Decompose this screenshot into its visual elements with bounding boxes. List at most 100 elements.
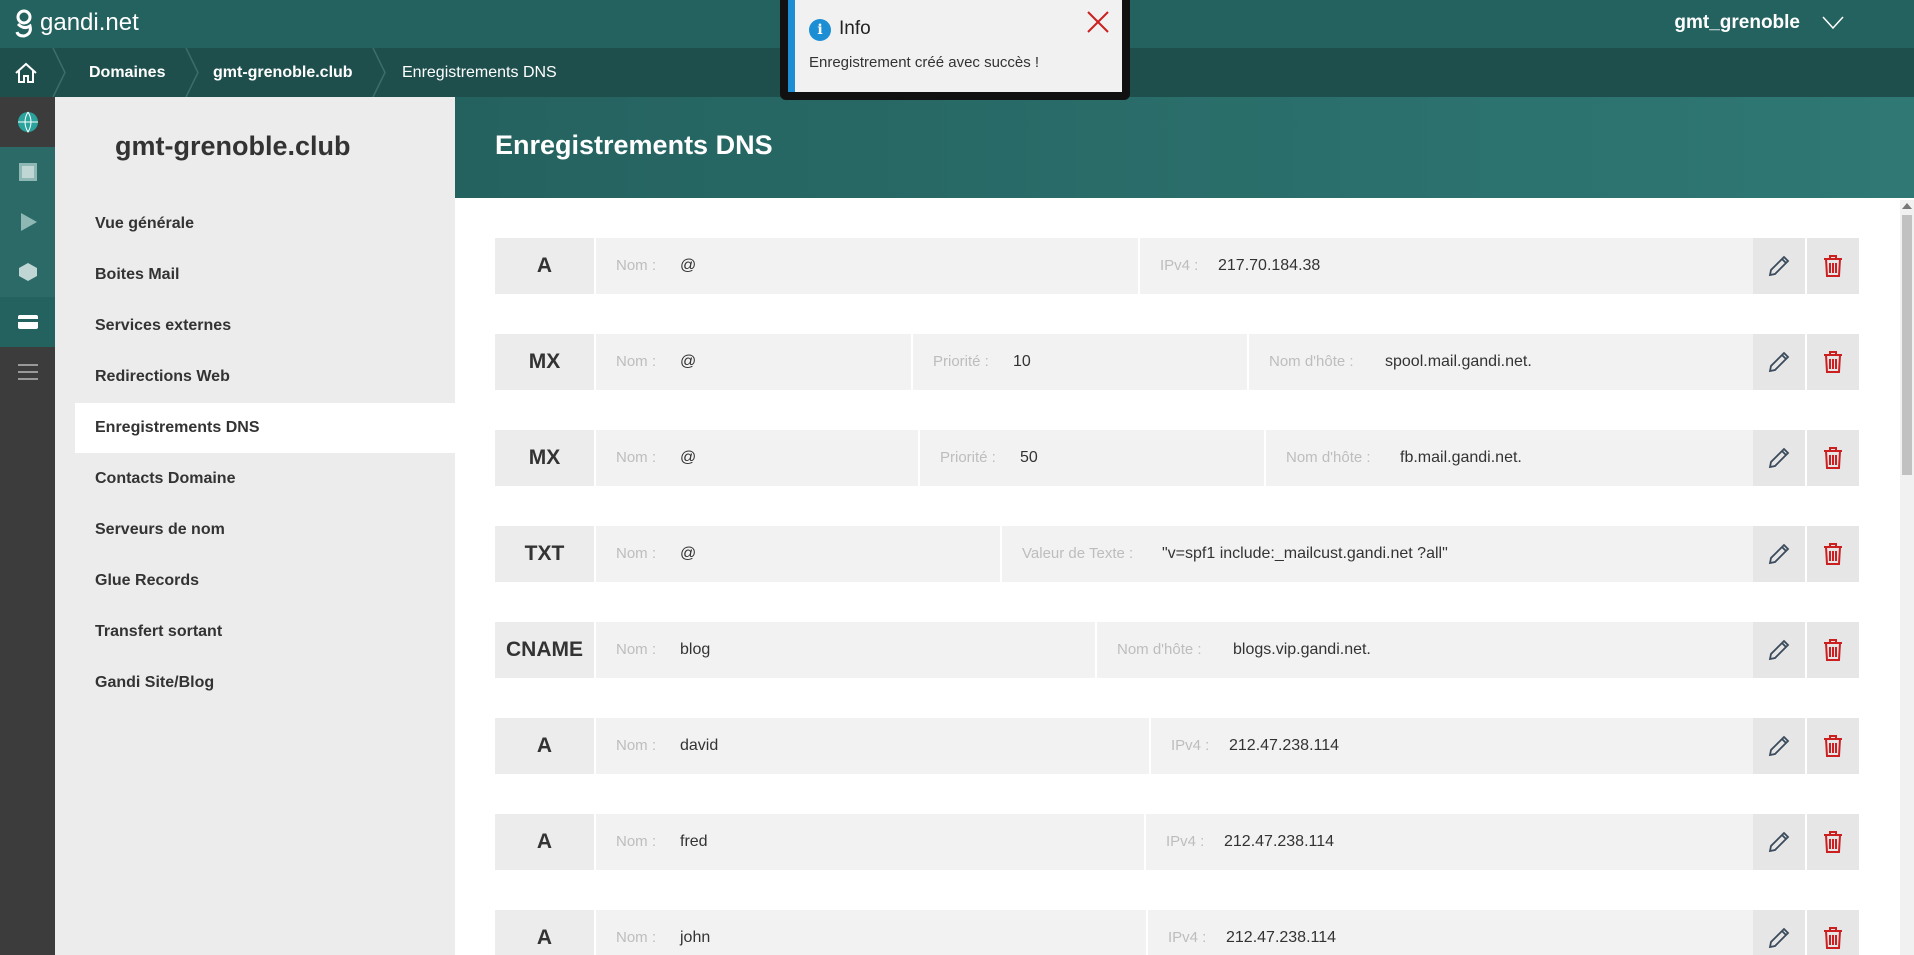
nav-gandi-site-blog[interactable]: Gandi Site/Blog — [75, 658, 455, 708]
field-value: 10 — [1013, 353, 1031, 370]
field-label: Nom : — [616, 833, 657, 850]
delete-button[interactable] — [1807, 430, 1859, 486]
edit-button[interactable] — [1753, 334, 1805, 390]
edit-button[interactable] — [1753, 622, 1805, 678]
toast-body: i Info Enregistrement créé avec succès ! — [788, 0, 1122, 92]
chevron-down-icon — [1822, 16, 1844, 30]
nav-serveurs-de-nom[interactable]: Serveurs de nom — [75, 505, 455, 555]
home-button[interactable] — [0, 48, 52, 97]
user-name: gmt_grenoble — [1674, 12, 1800, 33]
delete-button[interactable] — [1807, 718, 1859, 774]
scroll-up-arrow[interactable] — [1902, 203, 1912, 209]
dns-records-list: A Nom : @ IPv4 : 217.70.184.38 MX Nom : … — [455, 198, 1914, 955]
delete-button[interactable] — [1807, 238, 1859, 294]
record-name-field[interactable]: Nom : @ — [596, 430, 918, 486]
gandi-logo[interactable]: gandi.net — [14, 8, 139, 38]
field-label: Valeur de Texte : — [1022, 545, 1134, 562]
breadcrumb-separator — [372, 48, 386, 97]
edit-button[interactable] — [1753, 526, 1805, 582]
record-type: A — [495, 718, 594, 774]
delete-button[interactable] — [1807, 622, 1859, 678]
field-label: Nom d'hôte : — [1269, 353, 1354, 370]
record-name-field[interactable]: Nom : david — [596, 718, 1149, 774]
field-label: Nom : — [616, 257, 657, 274]
breadcrumb-domaines[interactable]: Domaines — [89, 48, 165, 97]
user-menu[interactable]: gmt_grenoble — [1674, 12, 1844, 34]
record-type: TXT — [495, 526, 594, 582]
dns-record-row: MX Nom : @ Priorité : 10 Nom d'hôte : sp… — [495, 334, 1859, 390]
dns-record-row: CNAME Nom : blog Nom d'hôte : blogs.vip.… — [495, 622, 1859, 678]
rail-cloud[interactable] — [0, 247, 55, 297]
field-label: Nom : — [616, 641, 657, 658]
breadcrumb-separator — [185, 48, 199, 97]
nav-enregistrements-dns[interactable]: Enregistrements DNS — [75, 403, 455, 453]
record-name-field[interactable]: Nom : john — [596, 910, 1146, 955]
field-label: Nom : — [616, 353, 657, 370]
nav-boites-mail[interactable]: Boites Mail — [75, 250, 455, 300]
edit-button[interactable] — [1753, 814, 1805, 870]
nav-vue-generale[interactable]: Vue générale — [75, 199, 455, 249]
record-hostname-field[interactable]: Nom d'hôte : spool.mail.gandi.net. — [1249, 334, 1755, 390]
delete-button[interactable] — [1807, 526, 1859, 582]
field-label: Nom d'hôte : — [1286, 449, 1371, 466]
record-ipv4-field[interactable]: IPv4 : 212.47.238.114 — [1146, 814, 1755, 870]
rail-hosting[interactable] — [0, 147, 55, 197]
field-value: spool.mail.gandi.net. — [1385, 353, 1532, 370]
record-name-field[interactable]: Nom : blog — [596, 622, 1095, 678]
field-value: @ — [680, 257, 697, 274]
nav-glue-records[interactable]: Glue Records — [75, 556, 455, 606]
delete-button[interactable] — [1807, 334, 1859, 390]
record-type: MX — [495, 430, 594, 486]
pencil-icon — [1768, 639, 1790, 661]
field-value: fb.mail.gandi.net. — [1400, 449, 1522, 466]
edit-button[interactable] — [1753, 430, 1805, 486]
breadcrumb-current: Enregistrements DNS — [402, 64, 557, 81]
nav-transfert-sortant[interactable]: Transfert sortant — [75, 607, 455, 657]
nav-contacts-domaine[interactable]: Contacts Domaine — [75, 454, 455, 504]
rail-billing[interactable] — [0, 297, 55, 347]
field-value: @ — [680, 353, 697, 370]
domain-sidebar: gmt-grenoble.club Vue générale Boites Ma… — [55, 97, 455, 955]
edit-button[interactable] — [1753, 718, 1805, 774]
nav-services-externes[interactable]: Services externes — [75, 301, 455, 351]
field-value: 50 — [1020, 449, 1038, 466]
delete-button[interactable] — [1807, 814, 1859, 870]
field-label: Nom d'hôte : — [1117, 641, 1202, 658]
scrollbar-thumb[interactable] — [1902, 215, 1912, 475]
play-icon — [20, 213, 37, 231]
field-value: john — [680, 929, 711, 946]
edit-button[interactable] — [1753, 238, 1805, 294]
trash-icon — [1824, 831, 1842, 853]
record-hostname-field[interactable]: Nom d'hôte : fb.mail.gandi.net. — [1266, 430, 1755, 486]
trash-icon — [1824, 255, 1842, 277]
home-icon — [15, 62, 37, 83]
record-name-field[interactable]: Nom : @ — [596, 238, 1138, 294]
dns-record-row: A Nom : david IPv4 : 212.47.238.114 — [495, 718, 1859, 774]
record-ipv4-field[interactable]: IPv4 : 212.47.238.114 — [1148, 910, 1755, 955]
record-name-field[interactable]: Nom : fred — [596, 814, 1144, 870]
record-priority-field[interactable]: Priorité : 50 — [920, 430, 1264, 486]
record-hostname-field[interactable]: Nom d'hôte : blogs.vip.gandi.net. — [1097, 622, 1755, 678]
record-name-field[interactable]: Nom : @ — [596, 526, 1000, 582]
rail-domains[interactable] — [0, 97, 55, 147]
record-priority-field[interactable]: Priorité : 10 — [913, 334, 1247, 390]
record-type: A — [495, 910, 594, 955]
record-ipv4-field[interactable]: IPv4 : 212.47.238.114 — [1151, 718, 1755, 774]
nav-redirections-web[interactable]: Redirections Web — [75, 352, 455, 402]
record-text-value-field[interactable]: Valeur de Texte : "v=spf1 include:_mailc… — [1002, 526, 1755, 582]
pencil-icon — [1768, 543, 1790, 565]
field-label: Nom : — [616, 737, 657, 754]
rail-play[interactable] — [0, 197, 55, 247]
field-label: Priorité : — [940, 449, 996, 466]
delete-button[interactable] — [1807, 910, 1859, 955]
rail-menu[interactable] — [0, 347, 55, 397]
field-label: Nom : — [616, 545, 657, 562]
trash-icon — [1824, 639, 1842, 661]
breadcrumb-domain[interactable]: gmt-grenoble.club — [213, 48, 353, 97]
field-value: "v=spf1 include:_mailcust.gandi.net ?all… — [1162, 545, 1448, 562]
record-name-field[interactable]: Nom : @ — [596, 334, 911, 390]
edit-button[interactable] — [1753, 910, 1805, 955]
record-ipv4-field[interactable]: IPv4 : 217.70.184.38 — [1140, 238, 1755, 294]
close-icon[interactable] — [1086, 10, 1110, 34]
page-header: Enregistrements DNS — [455, 97, 1914, 198]
